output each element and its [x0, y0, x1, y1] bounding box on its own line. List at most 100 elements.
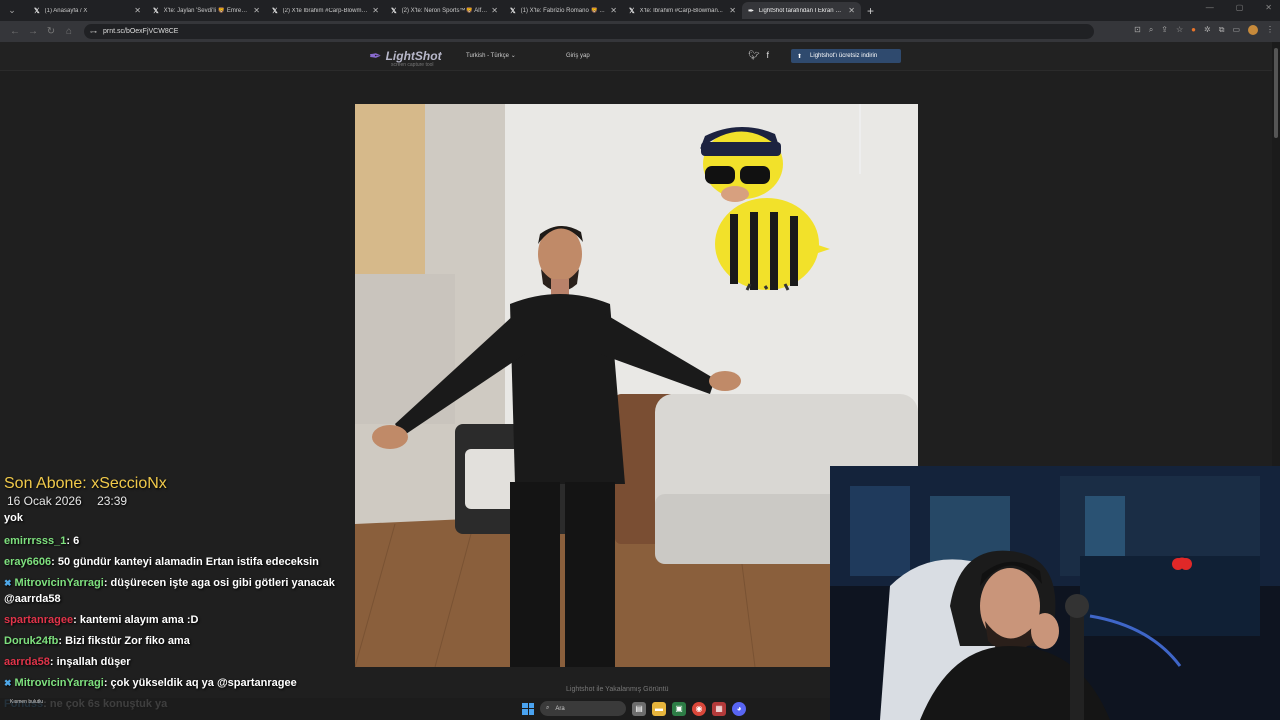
sub-badge-icon: ✖ — [4, 678, 12, 688]
chat-message: emirrrsss_1: 6 — [4, 533, 344, 549]
maximize-icon[interactable]: ▢ — [1236, 3, 1244, 12]
extension-fox-icon[interactable]: ● — [1191, 25, 1196, 35]
tab-search-icon[interactable]: ⌄ — [4, 3, 20, 19]
taskbar-apps: ⌕ Ara ▤ ▬ ▣ ◉ ▦ ◕ — [522, 701, 746, 716]
tab-close-icon[interactable]: ✕ — [372, 6, 379, 15]
reload-icon[interactable]: ↻ — [42, 26, 60, 37]
x-favicon-icon: 𝕏 — [629, 7, 635, 15]
share-icon[interactable]: ⇪ — [1161, 25, 1168, 35]
taskbar-search[interactable]: ⌕ Ara — [540, 701, 626, 716]
download-button[interactable]: ⬆ Lightshot'ı ücretsiz indirin — [791, 49, 901, 63]
tab-list: 𝕏 (1) Anasayfa / X ✕ 𝕏 X'te: Jaylan 'Sevdi'l… — [28, 2, 861, 19]
sub-badge-icon: ✖ — [4, 578, 12, 588]
lightshot-header — [0, 42, 1272, 71]
chat-message: yok — [4, 512, 344, 526]
chat-text: Bizi fikstür Zor fiko ama — [65, 635, 190, 647]
tab-title: (1) Anasayfa / X — [44, 7, 88, 14]
x-favicon-icon: 𝕏 — [272, 7, 278, 15]
tab-title: LightShot tarafından İ Ekran Gö... — [758, 7, 845, 14]
task-view-icon[interactable]: ▤ — [632, 701, 646, 716]
language-select[interactable]: Turkish - Türkçe ⌄ — [466, 52, 516, 59]
x-favicon-icon: 𝕏 — [391, 7, 397, 15]
extension-icon[interactable]: ✲ — [1204, 25, 1211, 35]
address-bar[interactable]: ⊶ prnt.sc/bOexFjVCW8CE — [84, 24, 1094, 39]
tab-close-icon[interactable]: ✕ — [610, 6, 617, 15]
weather-widget[interactable]: Kısmen bulutlu — [10, 699, 43, 705]
lightshot-logo[interactable]: ✒ LightShot screen capture tool — [369, 47, 442, 68]
chat-text: çok yükseldik aq ya @spartanragee — [110, 677, 297, 689]
search-icon: ⌕ — [546, 705, 550, 711]
chat-username: spartanragee — [4, 614, 74, 626]
chevron-down-icon: ⌄ — [510, 53, 516, 59]
chat-message: aarrda58: inşallah düşer — [4, 654, 344, 670]
chat-colon: : — [51, 556, 58, 568]
close-icon[interactable]: ✕ — [1265, 3, 1272, 12]
browser-tab[interactable]: 𝕏 (1) X'te: Fabrizio Romano 🦁 ... ✕ — [504, 2, 623, 19]
chat-message: ✖ MitrovicinYarragi: düşürecen işte aga o… — [4, 575, 344, 607]
last-subscriber: Son Abone: xSeccioNx — [4, 475, 167, 492]
tab-close-icon[interactable]: ✕ — [253, 6, 260, 15]
tab-close-icon[interactable]: ✕ — [491, 6, 498, 15]
chat-colon: : — [49, 656, 57, 668]
chat-message: Doruk24fb: Bizi fikstür Zor fiko ama — [4, 633, 344, 649]
tab-close-icon[interactable]: ✕ — [134, 6, 141, 15]
tab-title: (2) X'te İbrahim #Carp-Blowman... — [282, 7, 369, 14]
install-icon[interactable]: ⊡ — [1134, 25, 1141, 35]
browser-toolbar: ← → ↻ ⌂ ⊶ prnt.sc/bOexFjVCW8CE — [0, 21, 1280, 42]
window-controls: — ▢ ✕ — [1206, 3, 1272, 12]
facebook-icon[interactable]: f — [766, 50, 769, 61]
chat-text: kantemi alayım ama :D — [79, 614, 199, 626]
tab-title: (1) X'te: Fabrizio Romano 🦁 ... — [520, 8, 605, 14]
zoom-icon[interactable]: ⌕ — [1149, 25, 1153, 35]
scrollbar-thumb[interactable] — [1274, 48, 1278, 138]
twitter-icon[interactable]: 🐦︎ — [748, 50, 759, 61]
tab-close-icon[interactable]: ✕ — [729, 6, 736, 15]
chat-username: MitrovicinYarragi — [14, 577, 104, 589]
browser-tab[interactable]: 𝕏 (1) Anasayfa / X ✕ — [28, 2, 147, 19]
feather-icon: ✒ — [369, 48, 382, 65]
chat-message: eray6606: 50 gündür kanteyi alamadin Ert… — [4, 554, 344, 570]
minimize-icon[interactable]: — — [1206, 3, 1214, 12]
chat-message: ✖ MitrovicinYarragi: çok yükseldik aq ya … — [4, 675, 344, 691]
chrome-icon[interactable]: ◉ — [692, 701, 706, 716]
site-info-icon[interactable]: ⊶ — [90, 28, 97, 36]
chat-text: inşallah düşer — [56, 656, 131, 668]
tab-bar: ⌄ 𝕏 (1) Anasayfa / X ✕ 𝕏 X'te: Jaylan 'Sevdi… — [0, 0, 1280, 21]
profile-avatar[interactable] — [1248, 25, 1258, 35]
chat-username: MitrovicinYarragi — [14, 677, 104, 689]
discord-icon[interactable]: ◕ — [732, 701, 746, 716]
chat-username: aarrda58 — [4, 656, 50, 668]
x-favicon-icon: 𝕏 — [510, 7, 516, 15]
browser-tab[interactable]: 𝕏 (2) X'te: Neron Sports™🦁 Alfeb... ✕ — [385, 2, 504, 19]
sidebar-icon[interactable]: ▭ — [1232, 25, 1240, 35]
chat-username: Doruk24fb — [4, 635, 59, 647]
file-explorer-icon[interactable]: ▬ — [652, 701, 666, 716]
browser-tab[interactable]: ✒ LightShot tarafından İ Ekran Gö... ✕ — [742, 2, 861, 19]
browser-tab[interactable]: 𝕏 X'te: Jaylan 'Sevdi'li 🦁 Emredeli... ✕ — [147, 2, 266, 19]
back-icon[interactable]: ← — [6, 26, 24, 37]
overlay-date: 16 Ocak 2026 — [7, 494, 82, 508]
login-link[interactable]: Giriş yap — [566, 53, 590, 59]
windows-start-icon[interactable] — [522, 702, 534, 715]
x-favicon-icon: 𝕏 — [153, 7, 159, 15]
store-icon[interactable]: ▣ — [672, 701, 686, 716]
new-tab-icon[interactable]: + — [867, 4, 874, 18]
social-links: 🐦︎ f — [748, 50, 769, 61]
chat-overlay: yok emirrrsss_1: 6 eray6606: 50 gündür kan… — [4, 512, 344, 717]
forward-icon[interactable]: → — [24, 26, 42, 37]
browser-tab[interactable]: 𝕏 X'te: İbrahim #Carp-Blowman... ✕ — [623, 2, 742, 19]
bookmark-star-icon[interactable]: ☆ — [1176, 25, 1183, 35]
home-icon[interactable]: ⌂ — [60, 26, 78, 37]
chat-message: spartanragee: kantemi alayım ama :D — [4, 612, 344, 628]
chat-colon: : — [103, 677, 111, 689]
tab-close-icon[interactable]: ✕ — [848, 6, 855, 15]
lightshot-favicon-icon: ✒ — [748, 7, 754, 15]
tab-title: X'te: İbrahim #Carp-Blowman... — [639, 7, 723, 14]
menu-dots-icon[interactable]: ⋮ — [1266, 25, 1274, 35]
browser-tab[interactable]: 𝕏 (2) X'te İbrahim #Carp-Blowman... ✕ — [266, 2, 385, 19]
overlay-datetime: 16 Ocak 2026 23:39 — [7, 494, 139, 508]
puzzle-extensions-icon[interactable]: ⧉ — [1219, 25, 1225, 35]
app-red-icon[interactable]: ▦ — [712, 701, 726, 716]
screenshot-caption: Lightshot ile Yakalanmış Görüntü — [566, 686, 669, 693]
chat-text: yok — [4, 512, 23, 524]
